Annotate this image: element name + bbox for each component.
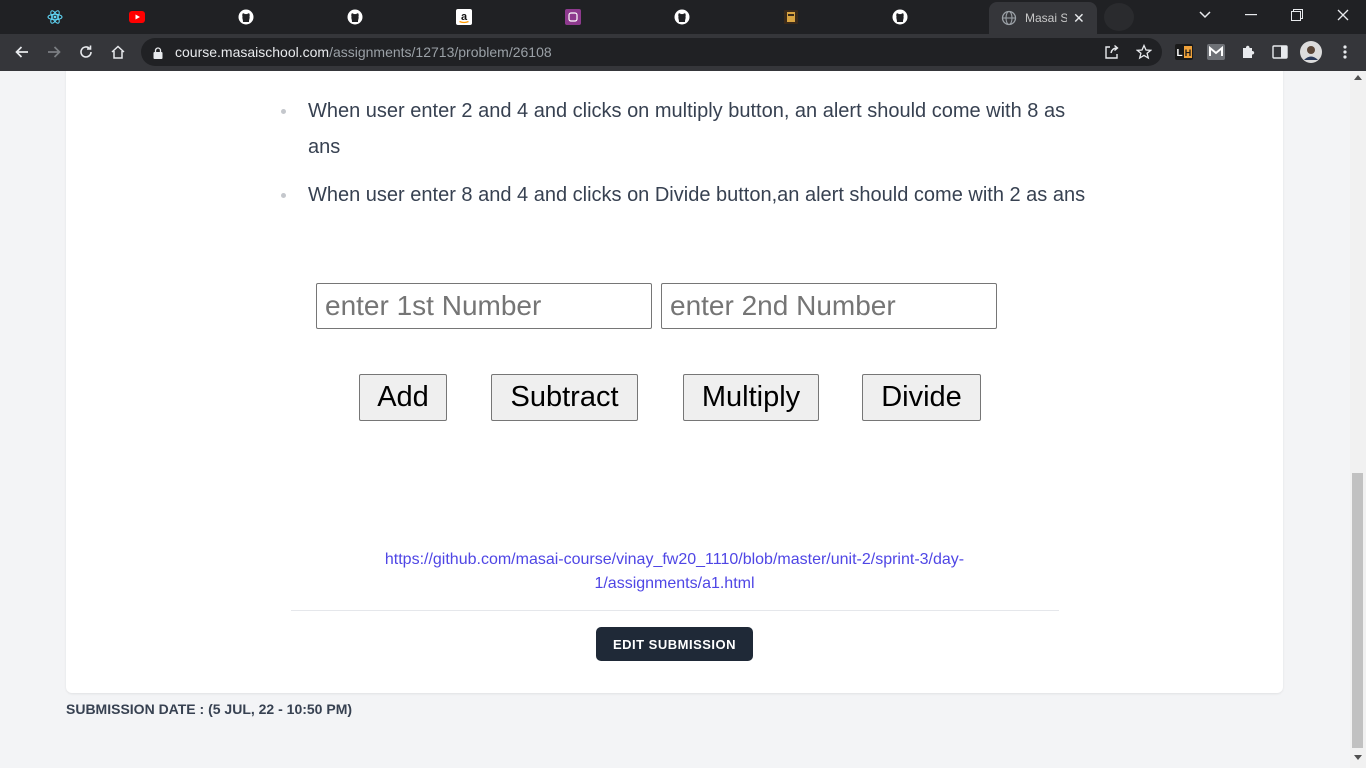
tab-title: Masai Sc (1025, 11, 1067, 25)
submission-date: SUBMISSION DATE : (5 JUL, 22 - 10:50 PM) (66, 701, 353, 717)
scrollbar-thumb[interactable] (1352, 473, 1363, 748)
edit-submission-button[interactable]: EDIT SUBMISSION (596, 627, 753, 661)
puzzle-extension-icon[interactable] (1239, 44, 1257, 60)
github-icon (238, 9, 254, 25)
tab-close-icon[interactable]: ✕ (1073, 10, 1085, 27)
youtube-icon (128, 9, 145, 25)
tab-active-masai[interactable]: Masai Sc ✕ (989, 2, 1097, 34)
svg-text:L: L (1176, 48, 1182, 59)
tab-search-icon[interactable] (1182, 0, 1228, 30)
divide-button[interactable]: Divide (862, 374, 981, 421)
leetcode-extension-icon[interactable]: LH (1175, 44, 1193, 60)
address-bar[interactable]: course.masaischool.com/assignments/12713… (141, 38, 1162, 66)
svg-text:H: H (1185, 48, 1192, 58)
problem-card: When user enter 2 and 4 and clicks on mu… (66, 71, 1283, 693)
restore-icon[interactable] (1274, 0, 1320, 30)
requirement-bullet: When user enter 2 and 4 and clicks on mu… (281, 93, 1088, 165)
github-icon (892, 9, 908, 25)
add-button[interactable]: Add (359, 374, 447, 421)
scroll-up-arrow-icon[interactable] (1354, 75, 1362, 80)
lock-icon (153, 46, 163, 59)
browser-toolbar: course.masaischool.com/assignments/12713… (0, 34, 1366, 71)
second-number-input[interactable] (661, 283, 997, 329)
react-icon (47, 9, 63, 25)
amazon-icon: a (455, 9, 472, 25)
new-tab-button[interactable] (1104, 3, 1134, 31)
masai-icon (564, 9, 581, 25)
tab-youtube[interactable] (82, 0, 191, 34)
reload-icon[interactable] (74, 40, 98, 64)
globe-icon (1001, 10, 1017, 26)
first-number-input[interactable] (316, 283, 652, 329)
tab-github-2[interactable] (300, 0, 409, 34)
multiply-button[interactable]: Multiply (683, 374, 819, 421)
chrome-menu-icon[interactable] (1336, 44, 1354, 60)
tab-masai-app[interactable] (518, 0, 627, 34)
requirement-bullet: When user enter 8 and 4 and clicks on Di… (281, 177, 1088, 213)
forward-icon[interactable] (42, 40, 66, 64)
browser-tab-strip: a Masai Sc ✕ (0, 0, 1366, 34)
tab-book[interactable] (736, 0, 845, 34)
url-path: /assignments/12713/problem/26108 (329, 44, 552, 60)
scroll-down-arrow-icon[interactable] (1354, 755, 1362, 760)
url-text: course.masaischool.com/assignments/12713… (175, 44, 552, 60)
github-icon (674, 9, 690, 25)
submission-link[interactable]: https://github.com/masai-course/vinay_fw… (336, 548, 1013, 596)
url-host: course.masaischool.com (175, 44, 330, 60)
github-icon (347, 9, 363, 25)
svg-text:a: a (460, 11, 467, 23)
back-icon[interactable] (10, 40, 34, 64)
gmail-extension-icon[interactable] (1207, 44, 1225, 60)
home-icon[interactable] (106, 40, 130, 64)
bookmark-star-icon[interactable] (1136, 44, 1152, 60)
tab-github-3[interactable] (627, 0, 736, 34)
share-icon[interactable] (1104, 44, 1120, 60)
subtract-button[interactable]: Subtract (491, 374, 638, 421)
book-icon (783, 9, 799, 25)
tab-github-4[interactable] (845, 0, 954, 34)
profile-avatar[interactable] (1300, 41, 1322, 63)
page-viewport: When user enter 2 and 4 and clicks on mu… (0, 71, 1350, 768)
divider (291, 610, 1059, 611)
side-panel-icon[interactable] (1271, 44, 1289, 60)
window-close-icon[interactable] (1320, 0, 1366, 30)
tab-amazon[interactable]: a (409, 0, 518, 34)
tab-github-1[interactable] (191, 0, 300, 34)
minimize-icon[interactable] (1228, 0, 1274, 30)
page-scrollbar[interactable] (1350, 71, 1366, 768)
